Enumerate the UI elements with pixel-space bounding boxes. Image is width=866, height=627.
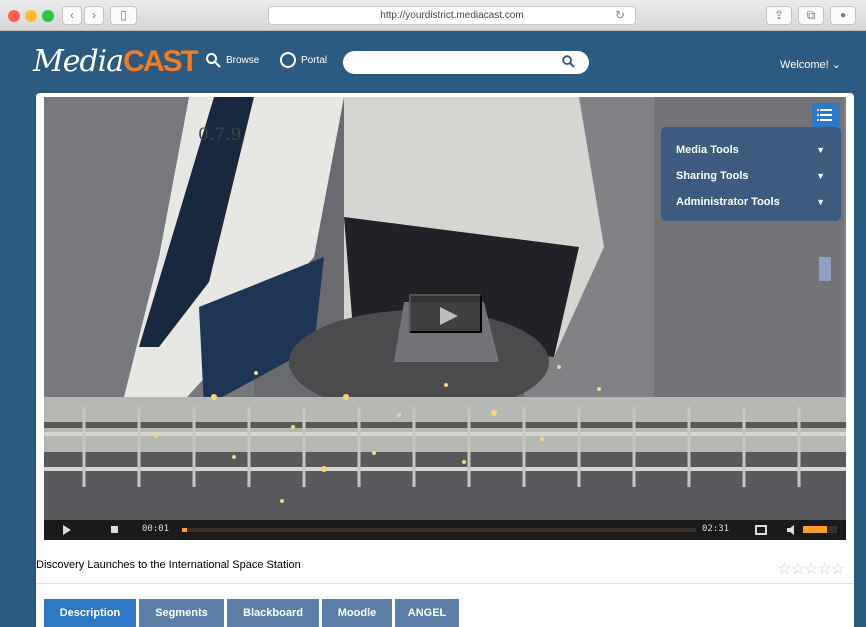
tab-description[interactable]: Description: [44, 599, 136, 627]
tab-blackboard[interactable]: Blackboard: [227, 599, 319, 627]
site-header: MediaCAST Browse Portal Welcome! ⌄: [10, 31, 856, 93]
close-window-icon[interactable]: [8, 10, 20, 22]
minimize-window-icon[interactable]: [25, 10, 37, 22]
address-bar[interactable]: http://yourdistrict.mediacast.com ↻: [268, 6, 636, 25]
stop-icon[interactable]: [107, 520, 121, 540]
media-panel: 0.7.9 Media Tools ▼ Sharing Tools ▼ Admini…: [36, 93, 854, 627]
browse-icon: [206, 53, 221, 68]
browser-toolbar: ‹ › ▯ http://yourdistrict.mediacast.com …: [0, 0, 866, 31]
tab-angel[interactable]: ANGEL: [395, 599, 459, 627]
reload-icon[interactable]: ↻: [615, 7, 625, 24]
mediacast-logo[interactable]: MediaCAST: [33, 44, 199, 79]
back-button[interactable]: ‹: [62, 6, 82, 25]
video-player[interactable]: 0.7.9 Media Tools ▼ Sharing Tools ▼ Admini…: [44, 97, 846, 520]
video-controls: 00:01 02:31: [44, 520, 846, 540]
caret-down-icon: ▼: [816, 197, 825, 207]
tools-menu-item[interactable]: Sharing Tools ▼: [661, 163, 841, 189]
tools-toggle-button[interactable]: [812, 103, 840, 127]
progress-fill: [182, 528, 188, 532]
volume-icon[interactable]: [785, 520, 799, 540]
maximize-window-icon[interactable]: [42, 10, 54, 22]
logo-media-text: Media: [33, 44, 124, 79]
chevron-down-icon: ⌄: [831, 59, 841, 71]
share-button[interactable]: ⇪: [766, 6, 792, 25]
portal-nav[interactable]: Portal: [280, 52, 327, 68]
video-timestamp: 0.7.9: [198, 125, 242, 145]
tool-item-label: Media Tools: [676, 144, 739, 156]
play-button[interactable]: [409, 294, 482, 333]
tool-item-label: Administrator Tools: [676, 196, 780, 208]
tab-segments[interactable]: Segments: [139, 599, 224, 627]
browse-nav[interactable]: Browse: [205, 52, 259, 68]
tools-menu-item[interactable]: Media Tools ▼: [661, 137, 841, 163]
progress-bar[interactable]: [182, 528, 696, 532]
media-title: Discovery Launches to the International …: [36, 559, 301, 571]
tools-menu-item[interactable]: Administrator Tools ▼: [661, 189, 841, 215]
tabs-button[interactable]: ⧉: [798, 6, 824, 25]
portal-label: Portal: [301, 54, 328, 66]
caret-down-icon: ▼: [816, 171, 825, 181]
duration: 02:31: [702, 524, 730, 534]
globe-icon: [280, 52, 296, 68]
fullscreen-icon[interactable]: [753, 520, 769, 540]
welcome-menu[interactable]: Welcome! ⌄: [780, 58, 841, 71]
tab-moodle[interactable]: Moodle: [322, 599, 392, 627]
address-text: http://yourdistrict.mediacast.com: [380, 10, 524, 21]
tools-menu: Media Tools ▼ Sharing Tools ▼ Administrato…: [661, 127, 841, 221]
content-divider: [36, 583, 854, 584]
caret-down-icon: ▼: [816, 145, 825, 155]
logo-cast-text: CAST: [123, 45, 199, 78]
rating-stars[interactable]: ☆☆☆☆☆: [777, 559, 845, 579]
sidebar-toggle-button[interactable]: ▯: [110, 6, 137, 25]
tool-item-label: Sharing Tools: [676, 170, 749, 182]
volume-fill: [803, 526, 828, 533]
browse-label: Browse: [226, 54, 260, 66]
play-icon[interactable]: [60, 520, 74, 540]
extension-button[interactable]: ●: [830, 6, 856, 25]
content-tabs: Description Segments Blackboard Moodle A…: [44, 599, 459, 627]
current-time: 00:01: [142, 524, 170, 534]
volume-meter[interactable]: [803, 526, 837, 533]
forward-button[interactable]: ›: [84, 6, 104, 25]
welcome-label: Welcome!: [780, 59, 829, 71]
search-input[interactable]: [343, 51, 589, 74]
search-icon[interactable]: [562, 55, 575, 68]
list-icon: [817, 109, 832, 121]
